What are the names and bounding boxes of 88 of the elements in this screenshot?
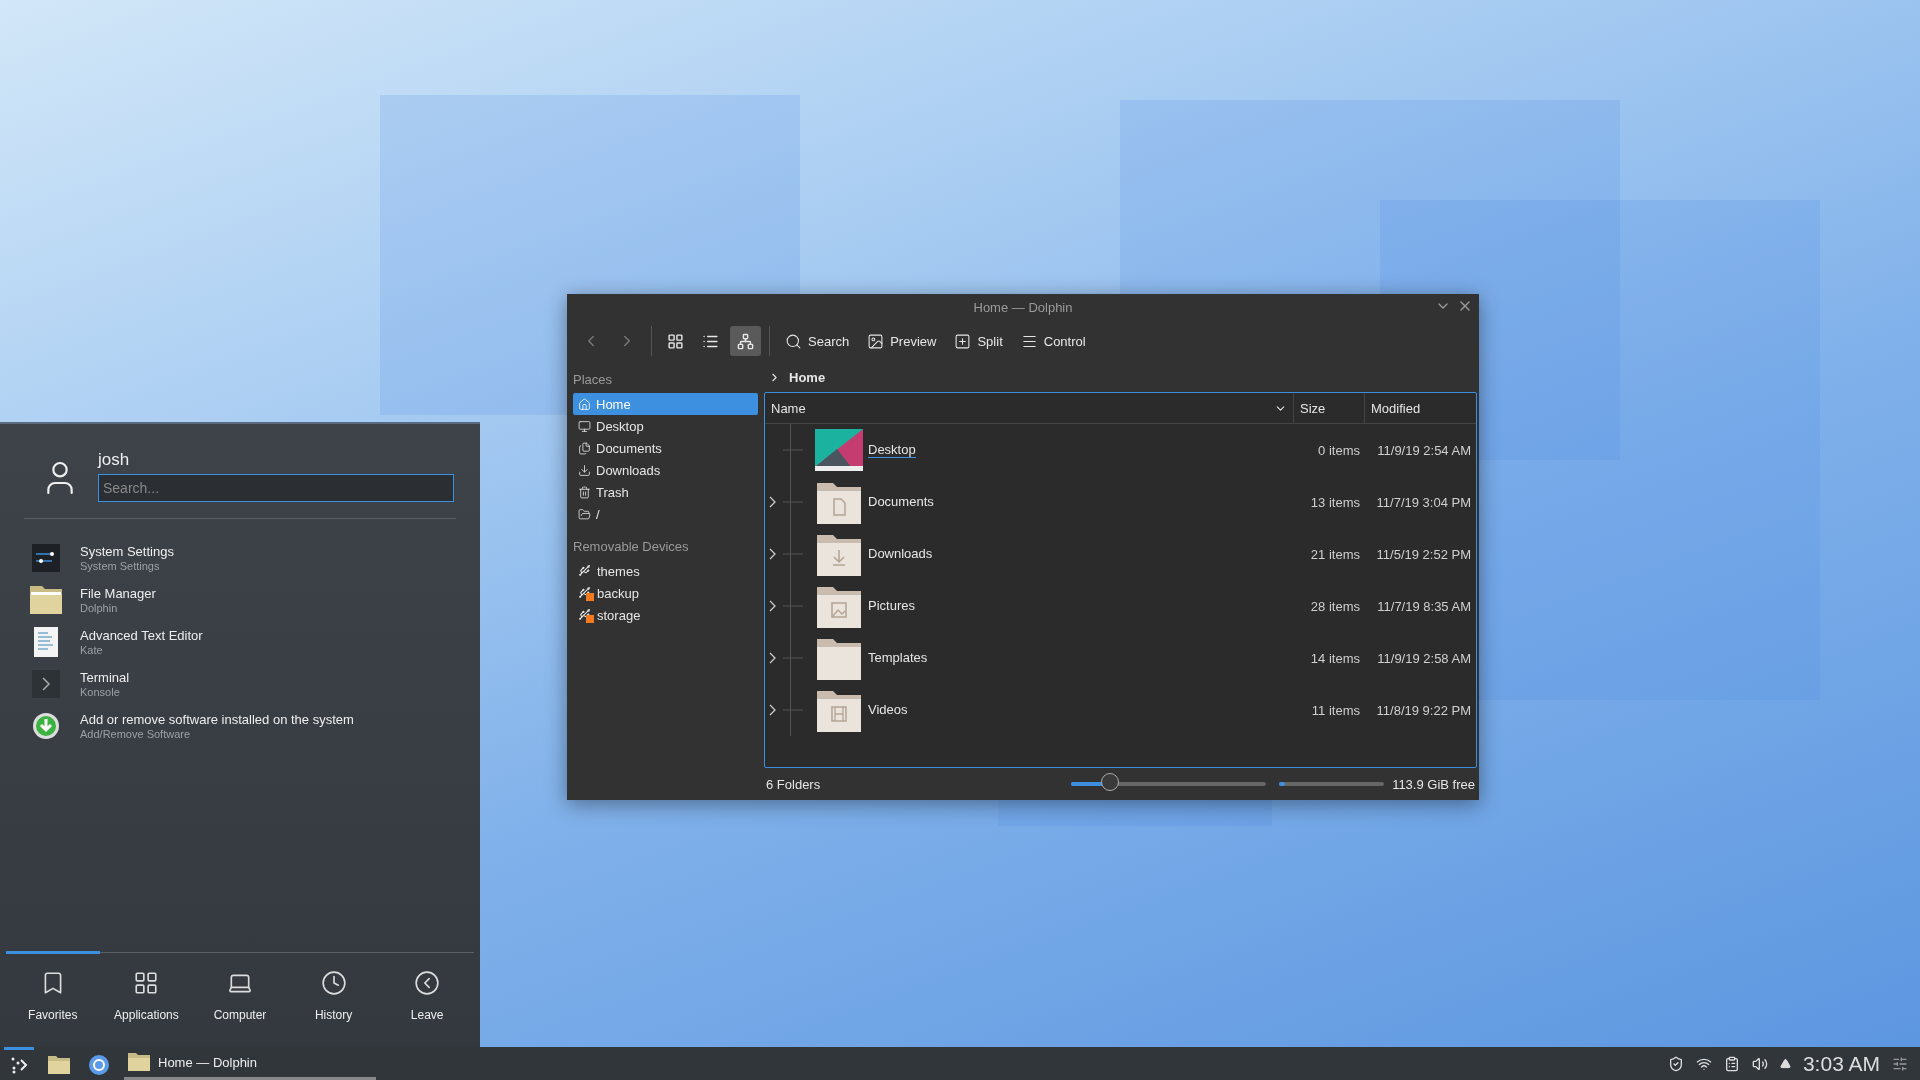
status-text: 6 Folders — [766, 776, 822, 792]
expand-chevron-icon[interactable] — [769, 600, 803, 612]
favorite-item[interactable]: File Manager Dolphin — [0, 579, 480, 621]
size-cell-text: 0 items — [1318, 442, 1361, 458]
section-heading: Places — [573, 371, 613, 389]
place-item[interactable]: Desktop — [573, 415, 758, 437]
slider-thumb[interactable] — [1101, 773, 1120, 791]
terminal-app-icon — [32, 670, 60, 698]
clock-icon — [320, 970, 347, 996]
home-icon — [578, 397, 591, 411]
folder-icon — [128, 1053, 150, 1071]
wallpaper-thumbnail-icon — [815, 429, 863, 471]
breadcrumb-item[interactable]: Home — [789, 369, 826, 385]
launcher-icon — [10, 1056, 28, 1074]
size-cell-text: 13 items — [1310, 494, 1361, 510]
size-cell-text: 14 items — [1310, 650, 1361, 666]
device-item[interactable]: themes — [573, 560, 758, 582]
free-space-text: 113.9 GiB free — [1392, 776, 1475, 792]
download-app-icon — [32, 712, 60, 740]
column-header[interactable]: Modified — [1365, 393, 1476, 423]
file-name[interactable]: Documents — [868, 494, 934, 510]
search-button[interactable]: Search — [778, 326, 857, 356]
column-header[interactable]: Name — [765, 393, 1294, 423]
back-circle-icon — [414, 970, 441, 996]
modified-cell-text: 11/9/19 2:58 AM — [1377, 650, 1472, 666]
shield-icon[interactable] — [1667, 1055, 1684, 1072]
place-item[interactable]: Documents — [573, 437, 758, 459]
window-title: Home — Dolphin — [973, 299, 1073, 315]
search-field[interactable]: Search... — [98, 474, 454, 502]
launcher-tab[interactable]: Applications — [99, 951, 194, 1047]
size-cell-text: 28 items — [1310, 598, 1361, 614]
expand-chevron-icon[interactable] — [769, 496, 803, 508]
clipboard-icon[interactable] — [1723, 1055, 1740, 1072]
folder-app-icon — [30, 586, 62, 614]
modified-cell-text: 11/9/19 2:54 AM — [1377, 442, 1472, 458]
expand-chevron-icon[interactable] — [769, 548, 803, 560]
download-icon — [578, 463, 591, 477]
place-item[interactable]: Trash — [573, 481, 758, 503]
tree-view-button[interactable] — [730, 326, 761, 356]
modified-cell-text: 11/8/19 9:22 PM — [1376, 702, 1472, 718]
launcher-tab[interactable]: Leave — [380, 951, 474, 1047]
documents-icon — [578, 441, 591, 455]
favorite-item[interactable]: Add or remove software installed on the system Add/Remove Software — [0, 705, 480, 747]
expand-tray-icon[interactable] — [1779, 1058, 1791, 1069]
launcher-tab[interactable]: Computer — [193, 951, 287, 1047]
favorite-item[interactable]: System Settings System Settings — [0, 537, 480, 579]
section-heading: Removable Devices — [573, 538, 689, 556]
file-name[interactable]: Downloads — [868, 546, 933, 562]
ring-icon — [88, 1054, 110, 1076]
file-name[interactable]: Pictures — [868, 598, 915, 614]
launcher-tab[interactable]: History — [286, 951, 381, 1047]
panel-settings-icon[interactable] — [1892, 1055, 1908, 1072]
size-cell-text: 21 items — [1310, 546, 1361, 562]
user-name: josh — [98, 450, 131, 470]
file-name[interactable]: Desktop — [868, 442, 916, 458]
favorite-item[interactable]: Advanced Text Editor Kate — [0, 621, 480, 663]
control-button[interactable]: Control — [1013, 326, 1093, 356]
size-cell-text: 11 items — [1311, 702, 1361, 718]
split-icon — [954, 332, 972, 350]
monitor-icon — [578, 419, 591, 433]
preview-button[interactable]: Preview — [860, 326, 944, 356]
favorite-item[interactable]: Terminal Konsole — [0, 663, 480, 705]
expand-chevron-icon[interactable] — [769, 704, 803, 716]
task-button[interactable]: Home — Dolphin — [124, 1047, 376, 1080]
file-name[interactable]: Videos — [868, 702, 908, 718]
modified-cell-text: 11/5/19 2:52 PM — [1376, 546, 1472, 562]
place-item[interactable]: Downloads — [573, 459, 758, 481]
file-name[interactable]: Templates — [868, 650, 928, 666]
modified-cell-text: 11/7/19 3:04 PM — [1376, 494, 1472, 510]
folder-icon — [578, 507, 591, 521]
grid-icon — [133, 970, 160, 996]
grid-icon — [667, 332, 684, 350]
volume-icon[interactable] — [1751, 1055, 1768, 1072]
place-item[interactable]: / — [573, 503, 758, 525]
split-button[interactable]: Split — [947, 326, 1010, 356]
expand-chevron-icon[interactable] — [769, 652, 803, 664]
device-item[interactable]: backup — [573, 582, 758, 604]
sliders-app-icon — [32, 544, 60, 572]
folder-icon — [48, 1056, 70, 1074]
clock[interactable]: 3:03 AM — [1802, 1051, 1880, 1076]
search-icon — [785, 332, 802, 350]
image-icon — [867, 332, 885, 350]
column-header[interactable]: Size — [1294, 393, 1365, 423]
modified-cell-text: 11/7/19 8:35 AM — [1377, 598, 1472, 614]
trash-icon — [578, 485, 591, 499]
tree-icon — [737, 332, 754, 350]
device-item[interactable]: storage — [573, 604, 758, 626]
text-editor-app-icon — [34, 627, 58, 657]
